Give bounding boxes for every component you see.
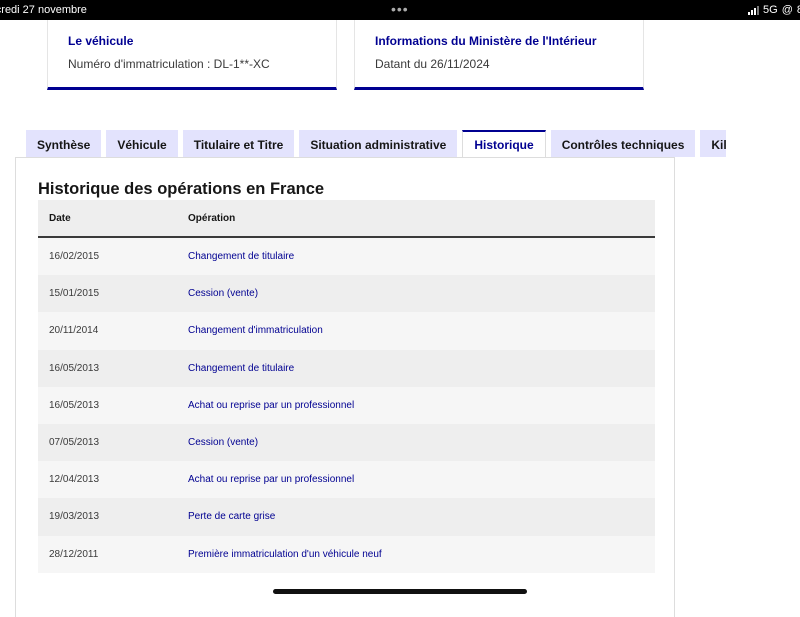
table-row: 12/04/2013 Achat ou reprise par un profes… <box>38 461 655 499</box>
network-type: 5G <box>763 4 778 16</box>
data-date: Datant du 26/11/2024 <box>375 57 490 71</box>
row-date: 16/05/2013 <box>49 362 100 374</box>
table-row: 15/01/2015 Cession (vente) <box>38 275 655 313</box>
row-operation: Cession (vente) <box>188 437 259 449</box>
tab-historique[interactable]: Historique <box>462 130 546 158</box>
table-row: 20/11/2014 Changement d'immatriculation <box>38 312 655 350</box>
column-header-operation: Opération <box>188 212 236 224</box>
history-title: Historique des opérations en France <box>38 180 325 198</box>
vehicle-card: Le véhicule Numéro d'immatriculation : D… <box>47 20 337 90</box>
cellular-signal-icon <box>748 5 759 15</box>
row-date: 07/05/2013 <box>49 437 100 449</box>
home-indicator[interactable] <box>273 589 527 594</box>
table-header: Date Opération <box>38 200 655 238</box>
tab-controles-techniques[interactable]: Contrôles techniques <box>550 130 696 157</box>
tab-bar: Synthèse Véhicule Titulaire et Titre Sit… <box>26 130 727 158</box>
row-date: 16/05/2013 <box>49 399 100 411</box>
row-operation: Cession (vente) <box>188 288 259 300</box>
row-operation: Changement de titulaire <box>188 251 295 263</box>
multitasking-dots-icon[interactable]: ••• <box>391 0 409 18</box>
tab-titulaire-titre[interactable]: Titulaire et Titre <box>182 130 295 157</box>
tab-situation-administrative[interactable]: Situation administrative <box>299 130 458 157</box>
table-row: 19/03/2013 Perte de carte grise <box>38 498 655 536</box>
row-date: 28/12/2011 <box>49 548 99 560</box>
row-operation: Première immatriculation d'un véhicule n… <box>188 548 382 560</box>
at-icon: @ <box>781 4 793 16</box>
table-row: 16/02/2015 Changement de titulaire <box>38 238 655 276</box>
status-indicators: 5G @ 8 <box>748 0 800 20</box>
history-table: Date Opération 16/02/2015 Changement de t… <box>38 200 655 573</box>
row-operation: Achat ou reprise par un professionnel <box>188 399 355 411</box>
table-row: 07/05/2013 Cession (vente) <box>38 423 655 462</box>
row-date: 20/11/2014 <box>49 325 99 337</box>
history-panel: Historique des opérations en France Date… <box>15 157 675 617</box>
table-row: 28/12/2011 Première immatriculation d'un … <box>38 535 655 573</box>
registration-number: Numéro d'immatriculation : DL-1**-XC <box>68 57 270 71</box>
status-date: ercredi 27 novembre <box>0 4 87 16</box>
table-row: 16/05/2013 Changement de titulaire <box>38 349 655 387</box>
row-date: 15/01/2015 <box>49 288 100 300</box>
tab-kilometrage[interactable]: Kilo <box>700 130 727 157</box>
table-body: 16/02/2015 Changement de titulaire 15/01/2… <box>38 238 655 573</box>
row-operation: Perte de carte grise <box>188 511 276 523</box>
status-bar: ercredi 27 novembre ••• 5G @ 8 <box>0 0 800 20</box>
column-header-date: Date <box>49 212 71 224</box>
ministry-card: Informations du Ministère de l'Intérieur… <box>354 20 644 90</box>
ministry-card-title: Informations du Ministère de l'Intérieur <box>375 34 597 48</box>
row-operation: Achat ou reprise par un professionnel <box>188 474 355 486</box>
row-date: 12/04/2013 <box>49 474 100 486</box>
row-date: 19/03/2013 <box>49 511 100 523</box>
row-operation: Changement de titulaire <box>188 362 295 374</box>
table-row: 16/05/2013 Achat ou reprise par un profes… <box>38 386 655 424</box>
vehicle-card-title: Le véhicule <box>68 34 134 48</box>
tab-synthese[interactable]: Synthèse <box>26 130 102 157</box>
row-operation: Changement d'immatriculation <box>188 325 323 337</box>
tab-vehicule[interactable]: Véhicule <box>106 130 178 157</box>
row-date: 16/02/2015 <box>49 251 100 263</box>
